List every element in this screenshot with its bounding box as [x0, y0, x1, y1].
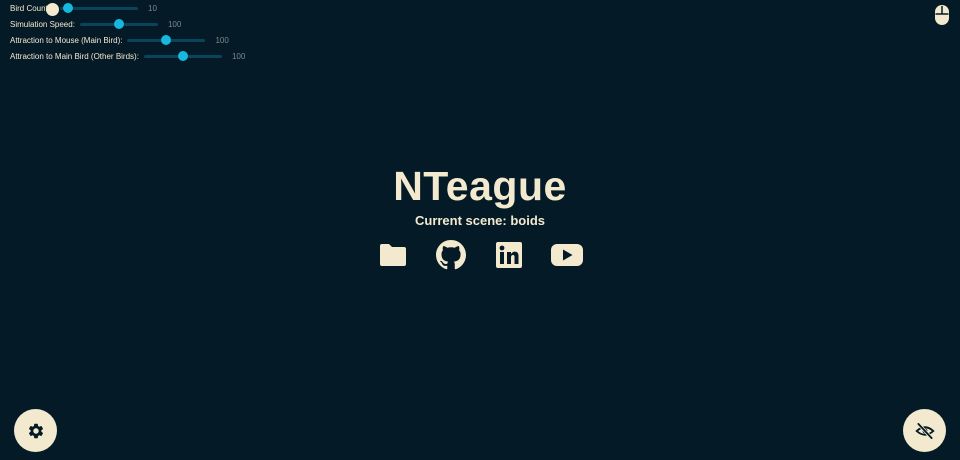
- folder-icon: [380, 244, 406, 266]
- slider-thumb[interactable]: [62, 3, 73, 13]
- youtube-icon: [551, 244, 583, 266]
- main-bird-attraction-label: Attraction to Main Bird (Other Birds):: [10, 51, 139, 61]
- linkedin-icon: [496, 242, 522, 268]
- bird-count-control: Bird Count: 10: [10, 0, 157, 16]
- folder-link[interactable]: [376, 240, 410, 270]
- simulation-speed-value: 100: [167, 19, 182, 29]
- bird-count-slider[interactable]: [60, 2, 139, 14]
- gear-icon: [28, 423, 43, 438]
- simulation-speed-slider[interactable]: [79, 18, 158, 30]
- github-icon: [436, 240, 466, 270]
- mouse-attraction-slider[interactable]: [127, 34, 206, 46]
- toggle-visibility-button[interactable]: [903, 409, 946, 452]
- main-bird-attraction-slider[interactable]: [143, 50, 222, 62]
- mouse-cursor-dot: [46, 3, 59, 16]
- main-bird-attraction-control: Attraction to Main Bird (Other Birds): 1…: [10, 48, 245, 64]
- mouse-attraction-label: Attraction to Mouse (Main Bird):: [10, 35, 123, 45]
- main-content: NTeague Current scene: boids: [0, 160, 960, 270]
- main-bird-attraction-value: 100: [231, 51, 246, 61]
- scene-label: Current scene: boids: [414, 213, 546, 228]
- slider-thumb[interactable]: [113, 19, 124, 29]
- bird-count-value: 10: [148, 3, 157, 13]
- mouse-attraction-value: 100: [215, 35, 229, 45]
- mouse-attraction-control: Attraction to Mouse (Main Bird): 100: [10, 32, 229, 48]
- github-link[interactable]: [434, 240, 468, 270]
- slider-thumb[interactable]: [177, 51, 188, 61]
- youtube-link[interactable]: [550, 240, 584, 270]
- simulation-speed-label: Simulation Speed:: [10, 19, 75, 29]
- eye-off-icon: [914, 422, 935, 439]
- mouse-icon[interactable]: [934, 4, 950, 31]
- social-links: [0, 240, 960, 270]
- slider-thumb[interactable]: [161, 35, 172, 45]
- site-title: NTeague: [393, 163, 567, 209]
- simulation-speed-control: Simulation Speed: 100: [10, 16, 181, 32]
- settings-button[interactable]: [14, 409, 57, 452]
- linkedin-link[interactable]: [492, 240, 526, 270]
- bird-count-label: Bird Count:: [10, 3, 51, 13]
